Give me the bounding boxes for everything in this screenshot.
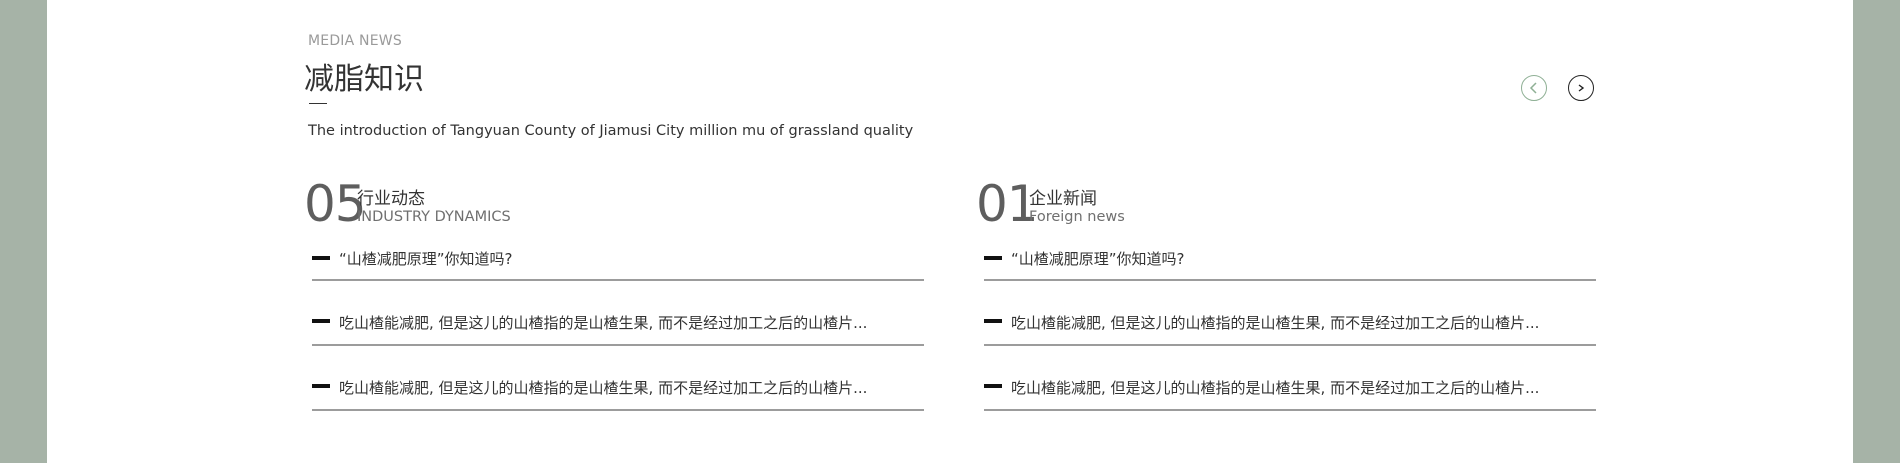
carousel-next-button[interactable] <box>1568 75 1594 101</box>
news-list: “山楂减肥原理”你知道吗? 吃山楂能减肥, 但是这儿的山楂指的是山楂生果, 而不… <box>312 246 924 411</box>
dash-marker <box>984 384 1002 388</box>
news-item[interactable]: 吃山楂能减肥, 但是这儿的山楂指的是山楂生果, 而不是经过加工之后的山楂片... <box>984 346 1596 411</box>
title-underline <box>309 103 327 104</box>
news-item[interactable]: 吃山楂能减肥, 但是这儿的山楂指的是山楂生果, 而不是经过加工之后的山楂片... <box>312 281 924 346</box>
dash-marker <box>312 384 330 388</box>
news-item-title[interactable]: 吃山楂能减肥, 但是这儿的山楂指的是山楂生果, 而不是经过加工之后的山楂片... <box>1011 312 1539 333</box>
news-item-title[interactable]: 吃山楂能减肥, 但是这儿的山楂指的是山楂生果, 而不是经过加工之后的山楂片... <box>339 377 867 398</box>
news-item-title[interactable]: “山楂减肥原理”你知道吗? <box>1011 248 1185 269</box>
column-title-cn[interactable]: 行业动态 <box>357 184 425 209</box>
dash-marker <box>312 256 330 260</box>
column-header: 05 行业动态 INDUSTRY DYNAMICS <box>304 178 924 238</box>
news-item[interactable]: 吃山楂能减肥, 但是这儿的山楂指的是山楂生果, 而不是经过加工之后的山楂片... <box>984 281 1596 346</box>
dash-marker <box>312 319 330 323</box>
news-item[interactable]: 吃山楂能减肥, 但是这儿的山楂指的是山楂生果, 而不是经过加工之后的山楂片... <box>312 346 924 411</box>
column-header: 01 企业新闻 Foreign news <box>976 178 1596 238</box>
news-item[interactable]: “山楂减肥原理”你知道吗? <box>312 246 924 281</box>
content-panel: MEDIA NEWS 减脂知识 The introduction of Tang… <box>47 0 1853 463</box>
section-intro: The introduction of Tangyuan County of J… <box>308 123 914 139</box>
news-item-title[interactable]: “山楂减肥原理”你知道吗? <box>339 248 513 269</box>
section-title: 减脂知识 <box>304 62 424 97</box>
column-title-en: Foreign news <box>1029 209 1125 225</box>
chevron-right-icon <box>1578 84 1585 92</box>
news-column-company: 01 企业新闻 Foreign news “山楂减肥原理”你知道吗? 吃山楂能减… <box>976 178 1596 411</box>
news-list: “山楂减肥原理”你知道吗? 吃山楂能减肥, 但是这儿的山楂指的是山楂生果, 而不… <box>984 246 1596 411</box>
news-item[interactable]: “山楂减肥原理”你知道吗? <box>984 246 1596 281</box>
carousel-prev-button[interactable] <box>1521 75 1547 101</box>
dash-marker <box>984 256 1002 260</box>
section-eyebrow: MEDIA NEWS <box>308 33 402 49</box>
column-title-en: INDUSTRY DYNAMICS <box>357 209 511 225</box>
news-item-title[interactable]: 吃山楂能减肥, 但是这儿的山楂指的是山楂生果, 而不是经过加工之后的山楂片... <box>1011 377 1539 398</box>
chevron-left-icon <box>1529 82 1537 94</box>
column-title-cn[interactable]: 企业新闻 <box>1029 184 1097 209</box>
news-column-industry: 05 行业动态 INDUSTRY DYNAMICS “山楂减肥原理”你知道吗? … <box>304 178 924 411</box>
dash-marker <box>984 319 1002 323</box>
news-item-title[interactable]: 吃山楂能减肥, 但是这儿的山楂指的是山楂生果, 而不是经过加工之后的山楂片... <box>339 312 867 333</box>
